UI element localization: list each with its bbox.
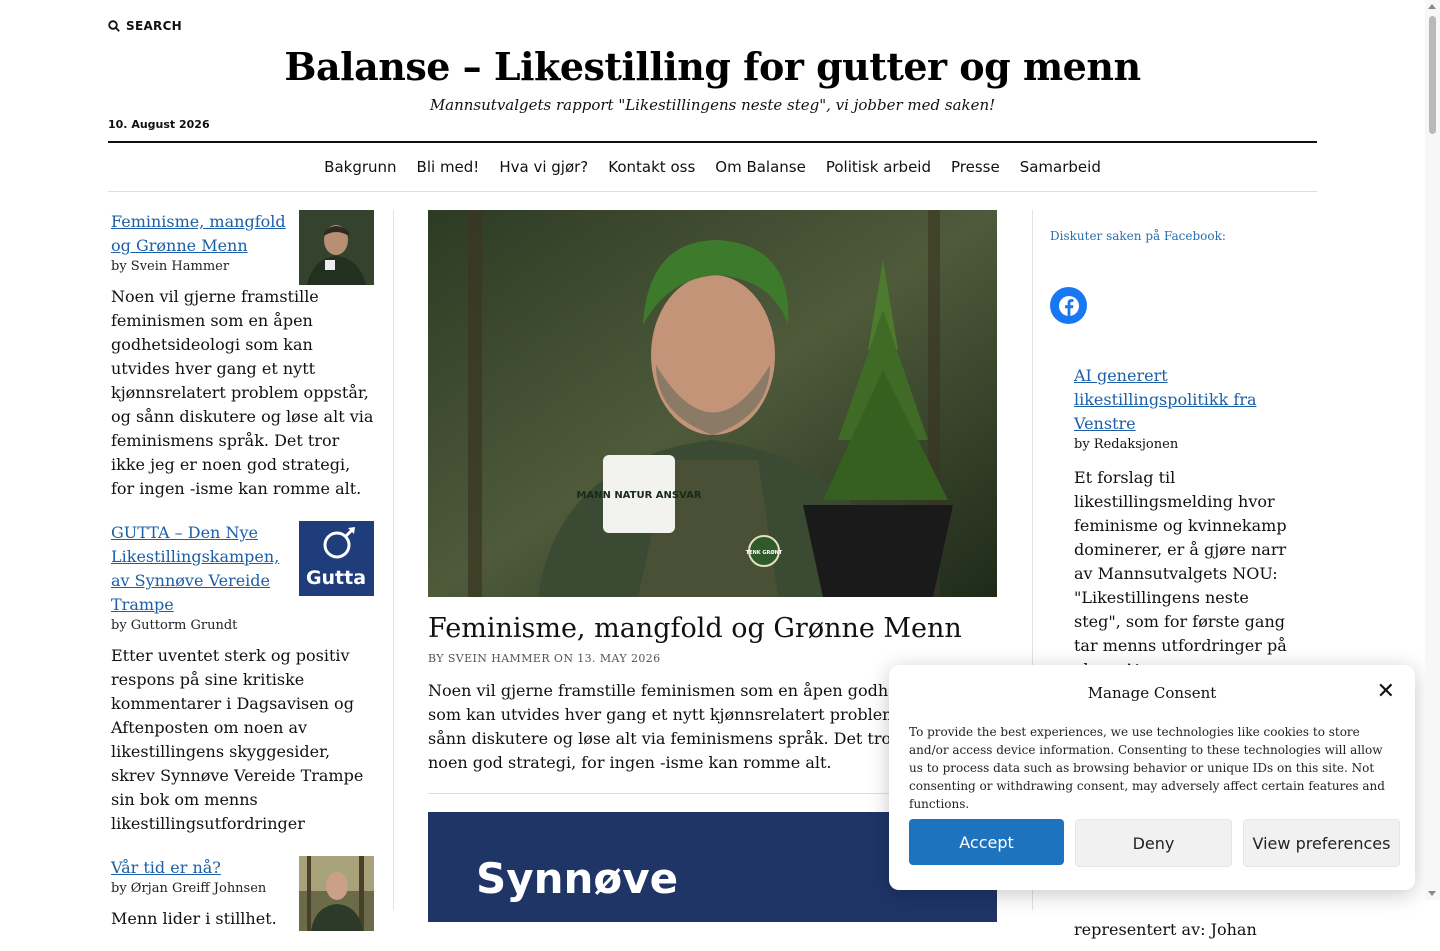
- facebook-icon[interactable]: [1050, 287, 1087, 324]
- post-thumbnail[interactable]: [299, 856, 374, 931]
- consent-body: To provide the best experiences, we use …: [909, 725, 1385, 811]
- sidebar-post-title-link[interactable]: Vår tid er nå?: [111, 856, 291, 880]
- sidebar-post-byline: by Redaksjonen: [1074, 437, 1179, 452]
- badge-text: TENK GRØNT: [746, 549, 783, 556]
- post-thumbnail[interactable]: Gutta: [299, 521, 374, 596]
- search-label: SEARCH: [126, 19, 183, 33]
- cookie-consent-dialog: Manage Consent ✕ To provide the best exp…: [889, 665, 1415, 890]
- consent-actions: Accept Deny View preferences: [909, 819, 1400, 867]
- featured-image[interactable]: MANN NATUR ANSVAR TENK GRØNT: [428, 210, 997, 597]
- post-thumbnail[interactable]: [299, 210, 374, 285]
- site-tagline: Mannsutvalgets rapport "Likestillingens …: [429, 96, 996, 114]
- nav-item-politisk-arbeid[interactable]: Politisk arbeid: [826, 158, 931, 176]
- sidebar-post-title-link[interactable]: AI generert likestillingspolitikk fra Ve…: [1074, 366, 1257, 433]
- sidebar-post-excerpt: Noen vil gjerne framstille feminismen so…: [111, 285, 374, 501]
- sidebar-post-byline: by Guttorm Grundt: [111, 618, 238, 633]
- view-preferences-button[interactable]: View preferences: [1243, 819, 1400, 867]
- site-title[interactable]: Balanse – Likestilling for gutter og men…: [108, 44, 1317, 89]
- deny-button[interactable]: Deny: [1075, 819, 1232, 867]
- close-icon[interactable]: ✕: [1377, 681, 1395, 703]
- gutta-logo-text: Gutta: [306, 567, 366, 589]
- current-date: 10. August 2026: [108, 118, 210, 131]
- nav-item-presse[interactable]: Presse: [951, 158, 1000, 176]
- column-divider: [393, 210, 394, 910]
- scrollbar-thumb[interactable]: [1429, 16, 1436, 134]
- banner-text: Synnøve: [476, 854, 679, 904]
- nav-item-bakgrunn[interactable]: Bakgrunn: [324, 158, 396, 176]
- sidebar-post-excerpt-tail: representert av: Johan: [1074, 920, 1257, 939]
- search-icon: [108, 20, 120, 32]
- sidebar-post-excerpt: Et forslag til likestillingsmelding hvor…: [1074, 468, 1287, 679]
- nav-item-kontakt-oss[interactable]: Kontakt oss: [608, 158, 695, 176]
- consent-title: Manage Consent: [1087, 684, 1217, 702]
- left-sidebar: Feminisme, mangfold og Grønne Menn by Sv…: [111, 210, 374, 951]
- mug-text: MANN NATUR ANSVAR: [576, 490, 701, 501]
- page-scrollbar[interactable]: [1425, 0, 1440, 900]
- sidebar-post-title-link[interactable]: GUTTA – Den Nye Likestillingskampen, av …: [111, 521, 291, 617]
- scroll-down-icon[interactable]: [1428, 891, 1436, 896]
- nav-divider: [108, 191, 1317, 192]
- sidebar-post: Vår tid er nå? by Ørjan Greiff Johnsen M…: [111, 856, 374, 931]
- sidebar-post: Feminisme, mangfold og Grønne Menn by Sv…: [111, 210, 374, 501]
- article-title[interactable]: Feminisme, mangfold og Grønne Menn: [428, 613, 997, 644]
- main-navigation: Bakgrunn Bli med! Hva vi gjør? Kontakt o…: [108, 143, 1317, 191]
- excerpt-text: Noen vil gjerne framstille feminismen so…: [111, 287, 374, 498]
- article-meta: BY SVEIN HAMMER ON 13. MAY 2026: [428, 652, 661, 666]
- nav-item-om-balanse[interactable]: Om Balanse: [715, 158, 806, 176]
- facebook-label: Diskuter saken på Facebook:: [1050, 229, 1226, 243]
- sidebar-post-excerpt: Etter uventet sterk og positiv respons p…: [111, 646, 364, 833]
- nav-item-samarbeid[interactable]: Samarbeid: [1020, 158, 1101, 176]
- sidebar-post: Gutta GUTTA – Den Nye Likestillingskampe…: [111, 521, 374, 836]
- nav-item-bli-med[interactable]: Bli med!: [417, 158, 480, 176]
- accept-button[interactable]: Accept: [909, 819, 1064, 865]
- scroll-up-icon[interactable]: [1428, 4, 1436, 9]
- sidebar-post-title-link[interactable]: Feminisme, mangfold og Grønne Menn: [111, 210, 291, 258]
- nav-item-hva-vi-gjor[interactable]: Hva vi gjør?: [499, 158, 588, 176]
- search-toggle[interactable]: SEARCH: [108, 19, 182, 33]
